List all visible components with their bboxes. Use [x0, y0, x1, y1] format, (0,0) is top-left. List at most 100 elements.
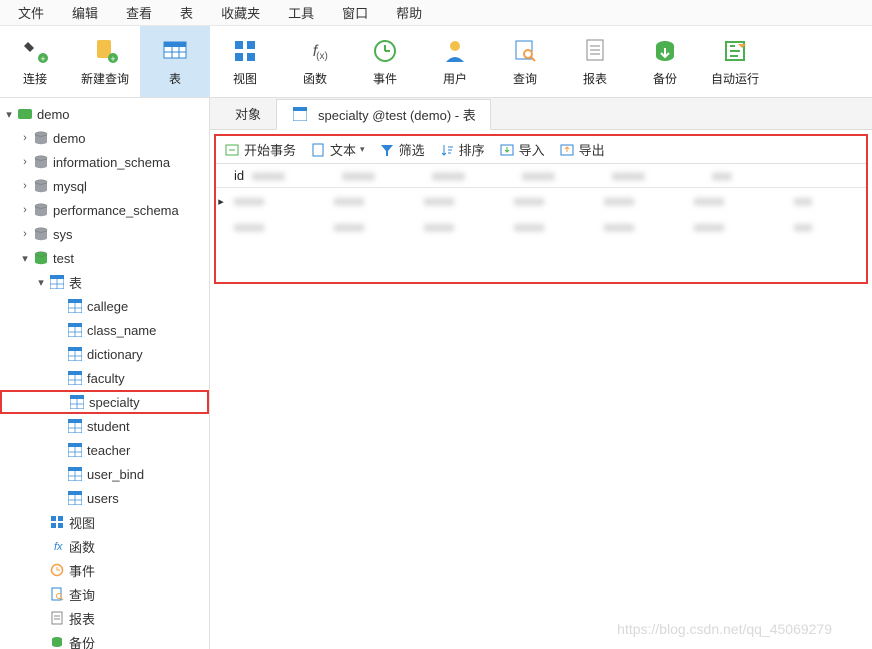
- main-toolbar: + 连接 + 新建查询 表 视图 f(x) 函数 事件 用户: [0, 26, 872, 98]
- newquery-btn[interactable]: + 新建查询: [70, 26, 140, 97]
- export-label: 导出: [579, 140, 605, 159]
- event-btn[interactable]: 事件: [350, 26, 420, 97]
- view-icon: [48, 513, 66, 531]
- tree-table-teacher[interactable]: ·teacher: [0, 438, 209, 462]
- import-icon: [499, 142, 515, 158]
- backup-btn[interactable]: 备份: [630, 26, 700, 97]
- tree-node-label: 视图: [69, 513, 95, 532]
- tree-table-dictionary[interactable]: ·dictionary: [0, 342, 209, 366]
- tree-node-label: 备份: [69, 633, 95, 649]
- begin-txn-btn[interactable]: 开始事务: [224, 140, 296, 159]
- tree-db-label: information_schema: [53, 155, 170, 170]
- specialty-tab[interactable]: specialty @test (demo) - 表: [276, 99, 491, 130]
- backup-icon: [48, 633, 66, 649]
- query-label: 查询: [513, 70, 537, 87]
- tree-connection-demo[interactable]: ▾ demo: [0, 102, 209, 126]
- tree-table-label: users: [87, 491, 119, 506]
- table-icon: [66, 465, 84, 483]
- tree-db-performance_schema[interactable]: ›performance_schema: [0, 198, 209, 222]
- tree-table-users[interactable]: ·users: [0, 486, 209, 510]
- tree-db-label: test: [53, 251, 74, 266]
- view-btn[interactable]: 视图: [210, 26, 280, 97]
- import-btn[interactable]: 导入: [499, 140, 545, 159]
- tree-db-information_schema[interactable]: › information_schema: [0, 150, 209, 174]
- caret-icon[interactable]: ›: [18, 156, 32, 168]
- data-grid[interactable]: id xxxxx xxxxx xxxxx xxxxx xxxxx xxx ▸ x…: [216, 164, 866, 240]
- menu-file[interactable]: 文件: [4, 1, 58, 24]
- function-btn[interactable]: f(x) 函数: [280, 26, 350, 97]
- connect-btn[interactable]: + 连接: [0, 26, 70, 97]
- menu-view[interactable]: 查看: [112, 1, 166, 24]
- menu-table[interactable]: 表: [166, 1, 207, 24]
- tree-table-student[interactable]: ·student: [0, 414, 209, 438]
- menu-edit[interactable]: 编辑: [58, 1, 112, 24]
- tree-node-报表[interactable]: ·报表: [0, 606, 209, 630]
- table-label: 表: [169, 70, 181, 87]
- tree-node-函数[interactable]: ·fx函数: [0, 534, 209, 558]
- caret-icon[interactable]: ▾: [34, 276, 48, 289]
- tree-node-label: 表: [69, 273, 82, 292]
- tree-table-label: dictionary: [87, 347, 143, 362]
- svg-text:(x): (x): [316, 51, 328, 62]
- tree-db-demo[interactable]: ›demo: [0, 126, 209, 150]
- user-btn[interactable]: 用户: [420, 26, 490, 97]
- caret-icon[interactable]: ›: [18, 180, 32, 192]
- caret-down-icon[interactable]: ▾: [2, 108, 16, 121]
- filter-icon: [379, 142, 395, 158]
- report-btn[interactable]: 报表: [560, 26, 630, 97]
- tree-node-事件[interactable]: ·事件: [0, 558, 209, 582]
- tree-db-mysql[interactable]: ›mysql: [0, 174, 209, 198]
- tree-node-label: 事件: [69, 561, 95, 580]
- text-btn[interactable]: 文本 ▾: [310, 140, 365, 159]
- tree-table-specialty[interactable]: ·specialty: [0, 390, 209, 414]
- autorun-btn[interactable]: 自动运行: [700, 26, 770, 97]
- caret-icon[interactable]: ›: [18, 132, 32, 144]
- caret-icon[interactable]: ›: [18, 204, 32, 216]
- tree-table-user_bind[interactable]: ·user_bind: [0, 462, 209, 486]
- event-icon: [48, 561, 66, 579]
- filter-btn[interactable]: 筛选: [379, 140, 425, 159]
- sort-label: 排序: [459, 140, 485, 159]
- tree-db-test[interactable]: ▾ test: [0, 246, 209, 270]
- sort-btn[interactable]: 排序: [439, 140, 485, 159]
- tree-table-class_name[interactable]: ·class_name: [0, 318, 209, 342]
- autorun-label: 自动运行: [711, 70, 759, 87]
- query-btn[interactable]: 查询: [490, 26, 560, 97]
- tree-table-faculty[interactable]: ·faculty: [0, 366, 209, 390]
- tree-table-label: class_name: [87, 323, 156, 338]
- import-label: 导入: [519, 140, 545, 159]
- table-icon: [66, 489, 84, 507]
- tab-strip: 对象 specialty @test (demo) - 表: [210, 98, 872, 130]
- menu-bar: 文件 编辑 查看 表 收藏夹 工具 窗口 帮助: [0, 0, 872, 26]
- tree-node-label: 报表: [69, 609, 95, 628]
- tree-node-查询[interactable]: ·查询: [0, 582, 209, 606]
- menu-help[interactable]: 帮助: [382, 1, 436, 24]
- query-icon: [510, 36, 540, 66]
- user-icon: [440, 36, 470, 66]
- table-row[interactable]: xxxxx xxxxx xxxxx xxxxx xxxxx xxxxx xxx: [216, 214, 866, 240]
- tree-node-视图[interactable]: ·视图: [0, 510, 209, 534]
- objects-tab[interactable]: 对象: [220, 98, 276, 129]
- table-header-row: id xxxxx xxxxx xxxxx xxxxx xxxxx xxx: [216, 164, 866, 188]
- database-icon: [32, 153, 50, 171]
- menu-window[interactable]: 窗口: [328, 1, 382, 24]
- database-icon: [32, 249, 50, 267]
- export-icon: [559, 142, 575, 158]
- tree-table-callege[interactable]: ·callege: [0, 294, 209, 318]
- export-btn[interactable]: 导出: [559, 140, 605, 159]
- filter-label: 筛选: [399, 140, 425, 159]
- menu-tools[interactable]: 工具: [274, 1, 328, 24]
- tree-db-sys[interactable]: ›sys: [0, 222, 209, 246]
- caret-icon[interactable]: ›: [18, 228, 32, 240]
- menu-favorites[interactable]: 收藏夹: [207, 1, 274, 24]
- caret-icon[interactable]: ▾: [18, 252, 32, 265]
- tree-node-备份[interactable]: ·备份: [0, 630, 209, 649]
- text-icon: [310, 142, 326, 158]
- tree-node-表[interactable]: ▾表: [0, 270, 209, 294]
- table-btn[interactable]: 表: [140, 26, 210, 97]
- folder-table-icon: [48, 273, 66, 291]
- tree-node-label: 查询: [69, 585, 95, 604]
- column-id[interactable]: id: [226, 168, 244, 183]
- table-row[interactable]: ▸ xxxxx xxxxx xxxxx xxxxx xxxxx xxxxx xx…: [216, 188, 866, 214]
- query-icon: [48, 585, 66, 603]
